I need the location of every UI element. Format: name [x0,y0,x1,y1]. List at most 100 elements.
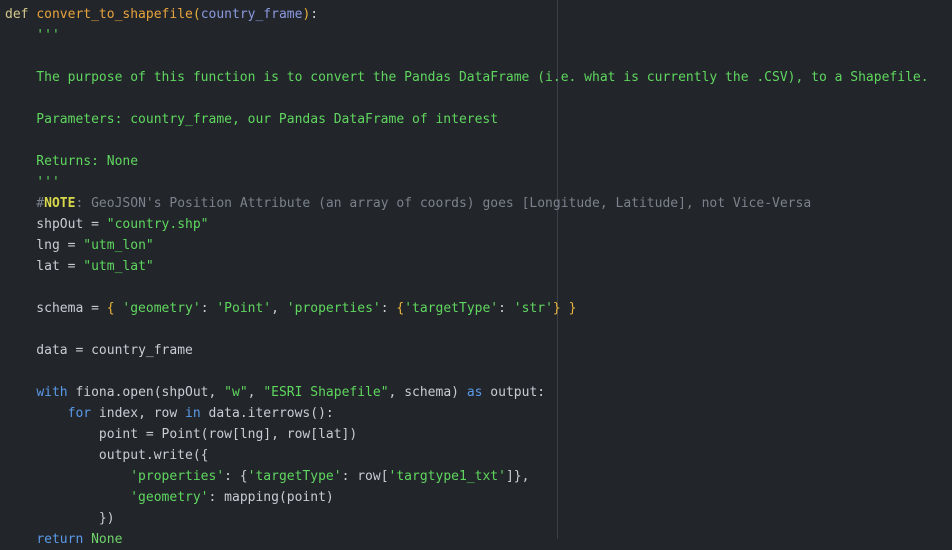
code-token: point [5,427,146,442]
code-token: # [5,196,45,211]
code-content[interactable]: def convert_to_shapefile(country_frame):… [5,4,952,550]
code-token: ]}, [505,469,530,484]
code-token: data [5,343,76,358]
code-token: The purpose of this function is to conve… [5,70,929,85]
code-line[interactable]: 'properties': {'targetType': row['targty… [5,466,952,487]
code-line[interactable]: lng = "utm_lon" [5,235,952,256]
code-line[interactable]: shpOut = "country.shp" [5,214,952,235]
code-token: = [67,238,84,253]
code-token: lng [5,238,68,253]
code-line[interactable]: }) [5,508,952,529]
code-token: 'targtype1_txt' [388,469,506,484]
code-line[interactable]: ''' [5,172,952,193]
code-line[interactable]: lat = "utm_lat" [5,256,952,277]
code-token: , [271,301,287,316]
code-token: "utm_lon" [83,238,154,253]
code-token: Point(row[lng], row[lat]) [161,427,358,442]
code-token: 'str' [513,301,553,316]
code-token: for [67,406,92,421]
code-token: def [5,7,29,22]
code-token: convert_to_shapefile [36,7,193,22]
code-token: ''' [5,28,60,43]
code-token: : { [224,469,248,484]
code-token: = [145,427,162,442]
code-token: } [552,301,561,316]
code-token: country_frame [200,7,303,22]
code-line[interactable]: #NOTE: GeoJSON's Position Attribute (an … [5,193,952,214]
code-token: schema [5,301,92,316]
code-token: "country.shp" [106,217,209,232]
code-line[interactable]: The purpose of this function is to conve… [5,67,952,88]
code-line[interactable]: with fiona.open(shpOut, "w", "ESRI Shape… [5,382,952,403]
code-token: : mapping(point) [208,490,334,505]
code-token: NOTE [44,196,76,211]
code-token: { [106,301,123,316]
code-line[interactable]: output.write({ [5,445,952,466]
code-line[interactable]: ​ [5,130,952,151]
code-token: 'targetType' [404,301,499,316]
code-token: = [91,301,107,316]
code-token: 'geometry' [122,301,201,316]
code-line[interactable]: ​ [5,277,952,298]
code-line[interactable]: ​ [5,88,952,109]
code-token: : row[ [341,469,389,484]
code-token: : [200,301,217,316]
code-token: "w" [224,385,248,400]
code-token: output: [482,385,546,400]
code-token: lat [5,259,68,274]
code-line[interactable]: Parameters: country_frame, our Pandas Da… [5,109,952,130]
code-token: fiona.open(shpOut, [67,385,225,400]
code-token: country_frame [91,343,193,358]
code-token: , schema) [388,385,467,400]
code-token: 'Point' [216,301,272,316]
code-line[interactable]: data = country_frame [5,340,952,361]
code-token: 'properties' [130,469,225,484]
code-token: with [36,385,68,400]
code-token: shpOut [5,217,92,232]
code-line[interactable]: ​ [5,46,952,67]
code-token: }) [5,511,115,526]
code-token: = [67,259,84,274]
code-token: 'targetType' [247,469,342,484]
code-token: output.write({ [5,448,209,463]
code-line[interactable]: ​ [5,361,952,382]
code-token: = [91,217,107,232]
code-editor[interactable]: def convert_to_shapefile(country_frame):… [0,0,952,547]
code-token: "ESRI Shapefile" [263,385,389,400]
code-token: 'properties' [286,301,381,316]
code-token: : [498,301,514,316]
code-line[interactable]: schema = { 'geometry': 'Point', 'propert… [5,298,952,319]
code-token: : [310,7,319,22]
code-token: ''' [5,175,60,190]
code-line[interactable]: ​ [5,319,952,340]
code-token: in [185,406,201,421]
code-token: : [380,301,397,316]
code-token: "utm_lat" [83,259,154,274]
code-token: 'geometry' [130,490,209,505]
code-token: return [36,532,84,547]
code-token: } [568,301,577,316]
code-token: Parameters: country_frame, our Pandas Da… [5,112,499,127]
code-token: , [247,385,264,400]
code-line[interactable]: 'geometry': mapping(point) [5,487,952,508]
code-token: : GeoJSON's Position Attribute (an array… [75,196,812,211]
code-token: Returns: None [5,154,139,169]
code-token: ( [192,7,201,22]
code-line[interactable]: Returns: None [5,151,952,172]
code-line[interactable]: return None [5,529,952,550]
code-token: index, row [91,406,186,421]
code-token: data.iterrows(): [200,406,334,421]
code-token: None [91,532,123,547]
code-line[interactable]: ''' [5,25,952,46]
code-line[interactable]: point = Point(row[lng], row[lat]) [5,424,952,445]
code-token: = [75,343,92,358]
code-line[interactable]: for index, row in data.iterrows(): [5,403,952,424]
code-line[interactable]: def convert_to_shapefile(country_frame): [5,4,952,25]
